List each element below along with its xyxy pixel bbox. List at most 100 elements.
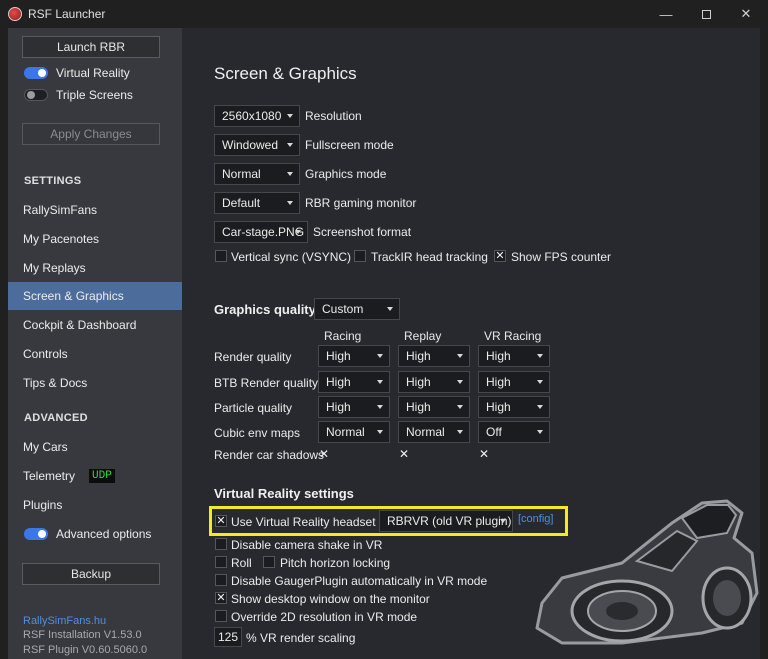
page-title: Screen & Graphics: [214, 64, 357, 83]
btb-vr-select[interactable]: High: [478, 371, 550, 393]
triple-screens-row[interactable]: Triple Screens: [24, 88, 133, 102]
checkmark-icon: ✕: [478, 447, 490, 461]
use-vr-headset-checkbox[interactable]: ✕: [215, 515, 227, 527]
graphics-preset-select[interactable]: Custom: [314, 298, 400, 320]
render-quality-racing-select[interactable]: High: [318, 345, 390, 367]
caret-down-icon: [377, 405, 383, 409]
backup-button[interactable]: Backup: [22, 563, 160, 585]
close-button[interactable]: ✕: [726, 0, 766, 28]
cubic-vr-select[interactable]: Off: [478, 421, 550, 443]
caret-down-icon: [377, 354, 383, 358]
launch-rbr-button[interactable]: Launch RBR: [22, 36, 160, 58]
minimize-button[interactable]: —: [646, 0, 686, 28]
checkmark-icon: ✕: [216, 514, 226, 527]
resolution-value: 2560x1080: [222, 109, 282, 123]
vsync-label: Vertical sync (VSYNC): [231, 250, 352, 264]
sidebar-item-my-replays[interactable]: My Replays: [8, 254, 182, 282]
gaming-monitor-value: Default: [222, 196, 261, 210]
cubic-env-maps-label: Cubic env maps: [214, 426, 301, 440]
apply-changes-button[interactable]: Apply Changes: [22, 123, 160, 145]
particle-vr-select[interactable]: High: [478, 396, 550, 418]
sidebar: Launch RBR Virtual Reality Triple Screen…: [8, 28, 182, 659]
fullscreen-mode-select[interactable]: Windowed: [214, 134, 300, 156]
use-vr-headset-label: Use Virtual Reality headset: [231, 515, 376, 529]
caret-down-icon: [287, 201, 293, 205]
caret-down-icon: [287, 114, 293, 118]
vr-config-link[interactable]: [config]: [518, 513, 553, 525]
show-desktop-window-checkbox[interactable]: ✕: [215, 592, 227, 604]
sidebar-item-controls[interactable]: Controls: [8, 340, 182, 368]
screenshot-format-value: Car-stage.PNG: [222, 225, 305, 239]
advanced-options-toggle[interactable]: [24, 528, 48, 540]
graphics-mode-value: Normal: [222, 167, 261, 181]
sidebar-item-rallysimfans[interactable]: RallySimFans: [8, 196, 182, 224]
disable-camera-shake-checkbox[interactable]: [215, 538, 227, 550]
caret-down-icon: [377, 380, 383, 384]
shadows-racing-checkbox[interactable]: ✕: [318, 447, 330, 461]
particle-quality-label: Particle quality: [214, 401, 293, 415]
screenshot-format-select[interactable]: Car-stage.PNG: [214, 221, 308, 243]
sidebar-item-tips-docs[interactable]: Tips & Docs: [8, 369, 182, 397]
maximize-icon: [701, 9, 711, 19]
udp-badge: UDP: [89, 469, 115, 483]
particle-replay-select[interactable]: High: [398, 396, 470, 418]
maximize-button[interactable]: [686, 0, 726, 28]
caret-down-icon: [537, 430, 543, 434]
fullscreen-mode-label: Fullscreen mode: [305, 138, 394, 152]
vr-plugin-select[interactable]: RBRVR (old VR plugin): [379, 510, 513, 532]
graphics-mode-select[interactable]: Normal: [214, 163, 300, 185]
caret-down-icon: [457, 405, 463, 409]
rallysimfans-link[interactable]: RallySimFans.hu: [23, 615, 106, 627]
screenshot-format-label: Screenshot format: [313, 225, 412, 239]
resolution-select[interactable]: 2560x1080: [214, 105, 300, 127]
trackir-checkbox[interactable]: [354, 250, 366, 262]
graphics-preset-value: Custom: [322, 302, 364, 316]
render-quality-vr-select[interactable]: High: [478, 345, 550, 367]
render-quality-replay-select[interactable]: High: [398, 345, 470, 367]
triple-screens-toggle[interactable]: [24, 89, 48, 101]
vr-plugin-value: RBRVR (old VR plugin): [387, 514, 512, 528]
caret-down-icon: [287, 172, 293, 176]
vr-render-scaling-input[interactable]: 125: [214, 627, 242, 647]
disable-camera-shake-label: Disable camera shake in VR: [231, 538, 383, 552]
triple-screens-label: Triple Screens: [56, 88, 133, 102]
pitch-horizon-label: Pitch horizon locking: [280, 556, 391, 570]
caret-down-icon: [537, 354, 543, 358]
sidebar-item-telemetry[interactable]: Telemetry UDP: [8, 462, 182, 490]
disable-gaugerplugin-checkbox[interactable]: [215, 574, 227, 586]
shadows-vr-checkbox[interactable]: ✕: [478, 447, 490, 461]
column-replay: Replay: [404, 329, 442, 343]
advanced-heading: ADVANCED: [24, 412, 88, 424]
cubic-racing-select[interactable]: Normal: [318, 421, 390, 443]
roll-checkbox[interactable]: [215, 556, 227, 568]
advanced-options-row[interactable]: Advanced options: [24, 527, 151, 541]
sidebar-item-my-pacenotes[interactable]: My Pacenotes: [8, 225, 182, 253]
vsync-checkbox[interactable]: [215, 250, 227, 262]
override-2d-resolution-checkbox[interactable]: [215, 610, 227, 622]
particle-racing-select[interactable]: High: [318, 396, 390, 418]
sidebar-item-my-cars[interactable]: My Cars: [8, 433, 182, 461]
rsf-plugin-version: RSF Plugin V0.60.5060.0: [23, 644, 148, 656]
sidebar-item-cockpit-dashboard[interactable]: Cockpit & Dashboard: [8, 311, 182, 339]
settings-heading: SETTINGS: [24, 175, 82, 187]
caret-down-icon: [377, 430, 383, 434]
caret-down-icon: [287, 143, 293, 147]
vr-toggle-row[interactable]: Virtual Reality: [24, 66, 130, 80]
shadows-replay-checkbox[interactable]: ✕: [398, 447, 410, 461]
cubic-replay-select[interactable]: Normal: [398, 421, 470, 443]
show-desktop-window-label: Show desktop window on the monitor: [231, 592, 430, 606]
btb-racing-select[interactable]: High: [318, 371, 390, 393]
sidebar-item-plugins[interactable]: Plugins: [8, 491, 182, 519]
window-edge: [760, 28, 768, 659]
sidebar-item-screen-graphics[interactable]: Screen & Graphics: [8, 282, 182, 310]
btb-replay-select[interactable]: High: [398, 371, 470, 393]
virtual-reality-label: Virtual Reality: [56, 66, 130, 80]
disable-gaugerplugin-label: Disable GaugerPlugin automatically in VR…: [231, 574, 488, 588]
fps-counter-checkbox[interactable]: ✕: [494, 250, 506, 262]
checkmark-icon: ✕: [216, 591, 226, 604]
pitch-horizon-checkbox[interactable]: [263, 556, 275, 568]
override-2d-resolution-label: Override 2D resolution in VR mode: [231, 610, 418, 624]
gaming-monitor-select[interactable]: Default: [214, 192, 300, 214]
virtual-reality-toggle[interactable]: [24, 67, 48, 79]
btb-render-quality-label: BTB Render quality: [214, 376, 319, 390]
